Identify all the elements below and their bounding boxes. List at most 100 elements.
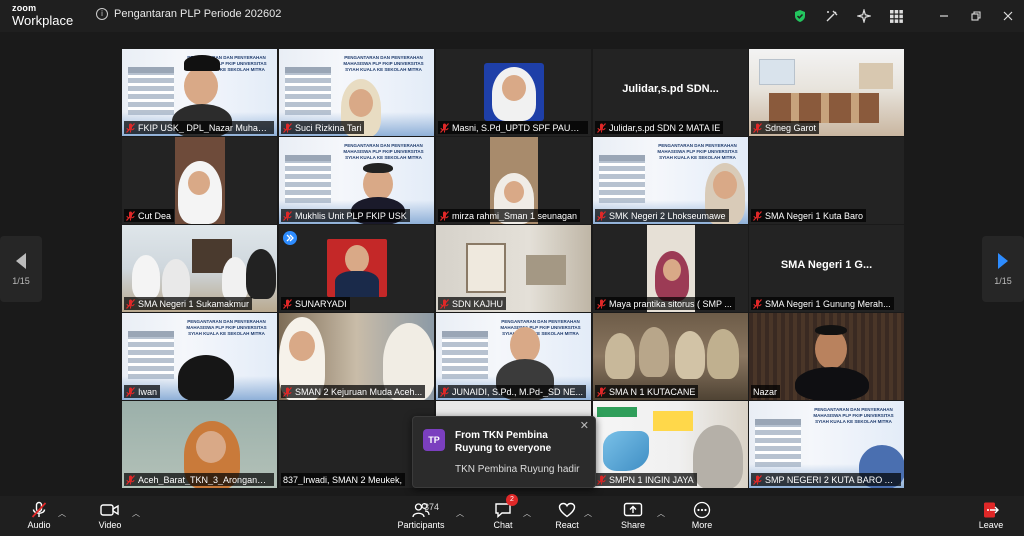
video-tile[interactable]: PENGANTARAN DAN PENYERAHAN MAHASISWA PLP…: [593, 137, 748, 224]
more-icon: [693, 500, 711, 520]
react-label: React: [555, 520, 579, 530]
chat-button[interactable]: 2 Chat: [491, 494, 518, 534]
participant-name-label: SMP NEGERI 2 KUTA BARO ACE...: [751, 473, 901, 486]
mic-muted-icon: [753, 210, 762, 221]
video-tile[interactable]: PENGANTARAN DAN PENYERAHAN MAHASISWA PLP…: [279, 137, 434, 224]
video-tile[interactable]: Aceh_Barat_TKN_3_Arongan_L...: [122, 401, 277, 488]
video-tile[interactable]: SMA Negeri 1 G... SMA Negeri 1 Gunung Me…: [749, 225, 904, 312]
participant-name-label: JUNAIDI, S.Pd., M.Pd-_SD NE...: [438, 385, 587, 398]
chat-sender-line: From TKN Pembina Ruyung to everyone: [455, 430, 552, 454]
share-label: Share: [620, 520, 646, 530]
video-tile[interactable]: Masni, S.Pd_UPTD SPF PAUD ...: [436, 49, 591, 136]
video-label: Video: [98, 520, 122, 530]
participants-options-caret[interactable]: ︿: [456, 508, 464, 519]
video-tile[interactable]: SUNARYADI: [279, 225, 434, 312]
participant-name-label: SMA Negeri 1 Gunung Merah...: [751, 297, 894, 310]
participant-name-label: FKIP USK_ DPL_Nazar Muham...: [124, 121, 274, 134]
meeting-title: Pengantaran PLP Periode 202602: [114, 8, 282, 20]
participant-name-label: Sdneg Garot: [751, 121, 820, 134]
mic-muted-icon: [283, 122, 292, 133]
mic-muted-icon: [440, 210, 449, 221]
close-icon[interactable]: ✕: [580, 419, 589, 432]
video-tile[interactable]: SMPN 1 INGIN JAYA: [593, 401, 748, 488]
mic-muted-icon: [753, 474, 762, 485]
mic-muted-icon: [283, 298, 292, 309]
share-button[interactable]: Share: [620, 500, 646, 534]
participant-name-label: SDN KAJHU: [438, 297, 507, 310]
video-tile[interactable]: SDN KAJHU: [436, 225, 591, 312]
leave-button[interactable]: Leave: [978, 500, 1004, 534]
chat-message-text: TKN Pembina Ruyung hadir: [455, 464, 580, 475]
participant-name-label: Cut Dea: [124, 209, 175, 222]
close-icon[interactable]: [992, 0, 1024, 32]
mic-muted-icon: [440, 298, 449, 309]
video-tile[interactable]: 837_Irwadi, SMAN 2 Meukek,: [279, 401, 434, 488]
react-button[interactable]: React: [554, 500, 580, 534]
mic-muted-icon: [440, 386, 449, 397]
participant-name-label: SMA N 1 KUTACANE: [595, 385, 699, 398]
video-tile[interactable]: PENGANTARAN DAN PENYERAHAN MAHASISWA PLP…: [122, 49, 277, 136]
video-tile[interactable]: Cut Dea: [122, 137, 277, 224]
shield-icon[interactable]: [784, 0, 816, 32]
chat-notification-popup[interactable]: TP From TKN Pembina Ruyung to everyone T…: [412, 416, 596, 488]
more-button[interactable]: More: [690, 500, 714, 534]
restore-icon[interactable]: [960, 0, 992, 32]
sparkle-icon[interactable]: [848, 0, 880, 32]
mic-muted-icon: [753, 122, 762, 133]
info-icon[interactable]: i: [96, 8, 108, 20]
meeting-info[interactable]: i Pengantaran PLP Periode 202602: [96, 8, 281, 20]
meeting-toolbar: Audio ︿ Video ︿ 374 Participants ︿ 2 Cha…: [0, 494, 1024, 536]
video-tile[interactable]: Julidar,s.pd SDN... Julidar,s.pd SDN 2 M…: [593, 49, 748, 136]
video-tile[interactable]: Sdneg Garot: [749, 49, 904, 136]
chat-options-caret[interactable]: ︿: [523, 508, 531, 519]
video-tile[interactable]: PENGANTARAN DAN PENYERAHAN MAHASISWA PLP…: [436, 313, 591, 400]
participant-name-label: Iwan: [124, 385, 161, 398]
mic-muted-icon: [126, 474, 135, 485]
video-tile[interactable]: mirza rahmi_Sman 1 seunagan: [436, 137, 591, 224]
participants-button[interactable]: 374 Participants: [396, 500, 446, 534]
react-options-caret[interactable]: ︿: [584, 508, 592, 519]
next-page-button[interactable]: 1/15: [982, 236, 1024, 302]
participant-name-label: SMA Negeri 1 Sukamakmur: [124, 297, 253, 310]
spotlight-icon[interactable]: [283, 231, 297, 245]
participant-name-label: Suci Rizkina Tari: [281, 121, 365, 134]
participant-name-label: SMAN 2 Kejuruan Muda Aceh...: [281, 385, 426, 398]
participant-name-label: Mukhlis Unit PLP FKIP USK: [281, 209, 410, 222]
zoom-logo: zoom Workplace: [12, 4, 73, 28]
mic-muted-icon: [283, 210, 292, 221]
participant-name-label: SUNARYADI: [281, 297, 350, 310]
share-options-caret[interactable]: ︿: [657, 508, 665, 519]
participant-name-label: SMPN 1 INGIN JAYA: [595, 473, 697, 486]
audio-options-caret[interactable]: ︿: [58, 508, 66, 519]
mic-muted-icon: [126, 210, 135, 221]
video-tile[interactable]: Maya prantika sitorus ( SMP ...: [593, 225, 748, 312]
video-button[interactable]: Video: [96, 500, 124, 534]
participant-display-name: SMA Negeri 1 G...: [780, 259, 873, 271]
video-tile[interactable]: PENGANTARAN DAN PENYERAHAN MAHASISWA PLP…: [749, 401, 904, 488]
mic-muted-icon: [283, 386, 292, 397]
video-tile[interactable]: SMA Negeri 1 Kuta Baro: [749, 137, 904, 224]
grid-view-icon[interactable]: [880, 0, 912, 32]
mic-muted-icon: [597, 474, 606, 485]
audio-button[interactable]: Audio: [26, 500, 52, 534]
video-tile[interactable]: SMA Negeri 1 Sukamakmur: [122, 225, 277, 312]
annotate-icon[interactable]: [816, 0, 848, 32]
arrow-right-icon: [998, 253, 1008, 269]
participant-name-label: 837_Irwadi, SMAN 2 Meukek,: [281, 473, 406, 486]
minimize-icon[interactable]: [928, 0, 960, 32]
audio-label: Audio: [27, 520, 51, 530]
chat-label: Chat: [493, 520, 513, 530]
mic-muted-icon: [597, 122, 606, 133]
video-tile-active-speaker[interactable]: Nazar: [749, 313, 904, 400]
video-tile[interactable]: PENGANTARAN DAN PENYERAHAN MAHASISWA PLP…: [279, 49, 434, 136]
participant-name-label: SMK Negeri 2 Lhokseumawe: [595, 209, 729, 222]
participants-icon: 374: [396, 500, 446, 520]
video-tile[interactable]: PENGANTARAN DAN PENYERAHAN MAHASISWA PLP…: [122, 313, 277, 400]
video-camera-icon: [100, 500, 120, 520]
participant-name-label: Maya prantika sitorus ( SMP ...: [595, 297, 735, 310]
previous-page-button[interactable]: 1/15: [0, 236, 42, 302]
video-options-caret[interactable]: ︿: [132, 508, 140, 519]
video-tile[interactable]: SMAN 2 Kejuruan Muda Aceh...: [279, 313, 434, 400]
video-tile[interactable]: SMA N 1 KUTACANE: [593, 313, 748, 400]
chat-unread-badge: 2: [506, 494, 518, 506]
